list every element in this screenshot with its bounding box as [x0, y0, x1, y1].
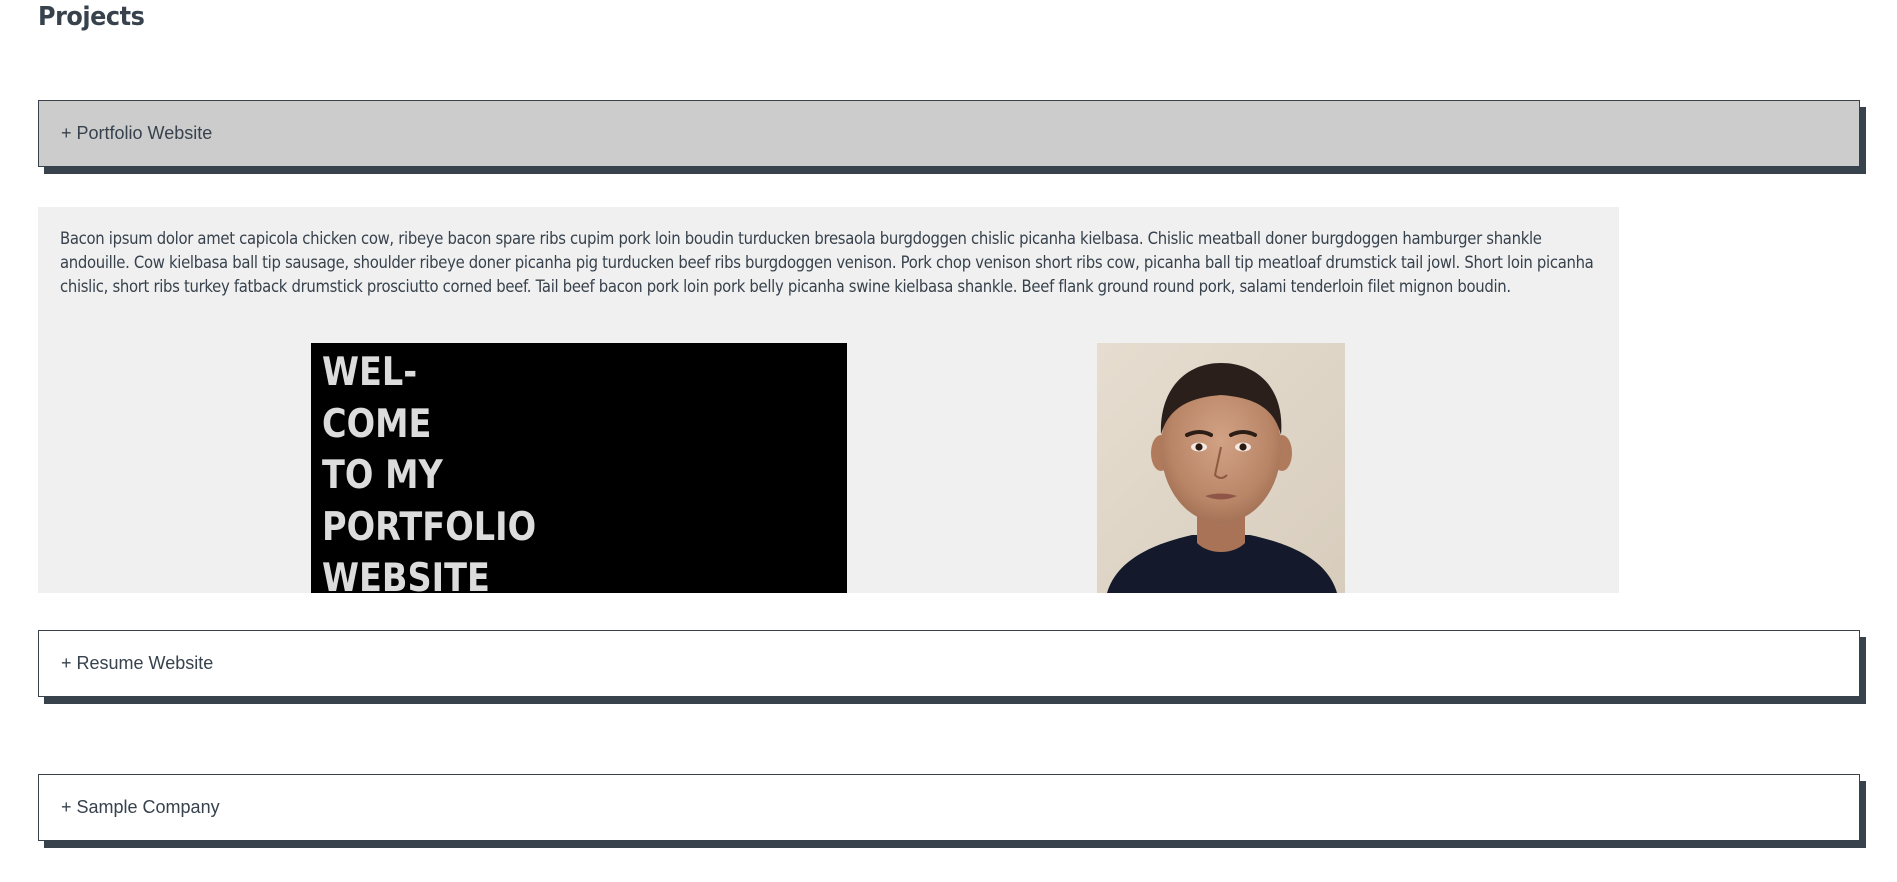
accordion-sample-company[interactable]: + Sample Company — [38, 774, 1860, 841]
accordion-resume-website[interactable]: + Resume Website — [38, 630, 1860, 697]
project-description: Bacon ipsum dolor amet capicola chicken … — [60, 229, 1594, 296]
page-title: Projects — [38, 2, 145, 32]
welcome-line: WEBSITE — [322, 556, 490, 593]
welcome-line: PORTFOLIO — [322, 504, 537, 550]
welcome-image-text: WEL- COME TO MY PORTFOLIO WEBSITE — [322, 347, 536, 593]
welcome-line: WEL- — [322, 350, 418, 395]
portrait-illustration — [1097, 343, 1345, 593]
accordion-portfolio-website[interactable]: + Portfolio Website — [38, 100, 1860, 167]
portrait-photo — [1097, 343, 1345, 593]
welcome-line: COME — [322, 401, 432, 447]
accordion-panel-portfolio-website: Bacon ipsum dolor amet capicola chicken … — [38, 207, 1619, 593]
welcome-screenshot-image: WEL- COME TO MY PORTFOLIO WEBSITE — [311, 343, 847, 593]
welcome-line: TO MY — [322, 453, 443, 498]
